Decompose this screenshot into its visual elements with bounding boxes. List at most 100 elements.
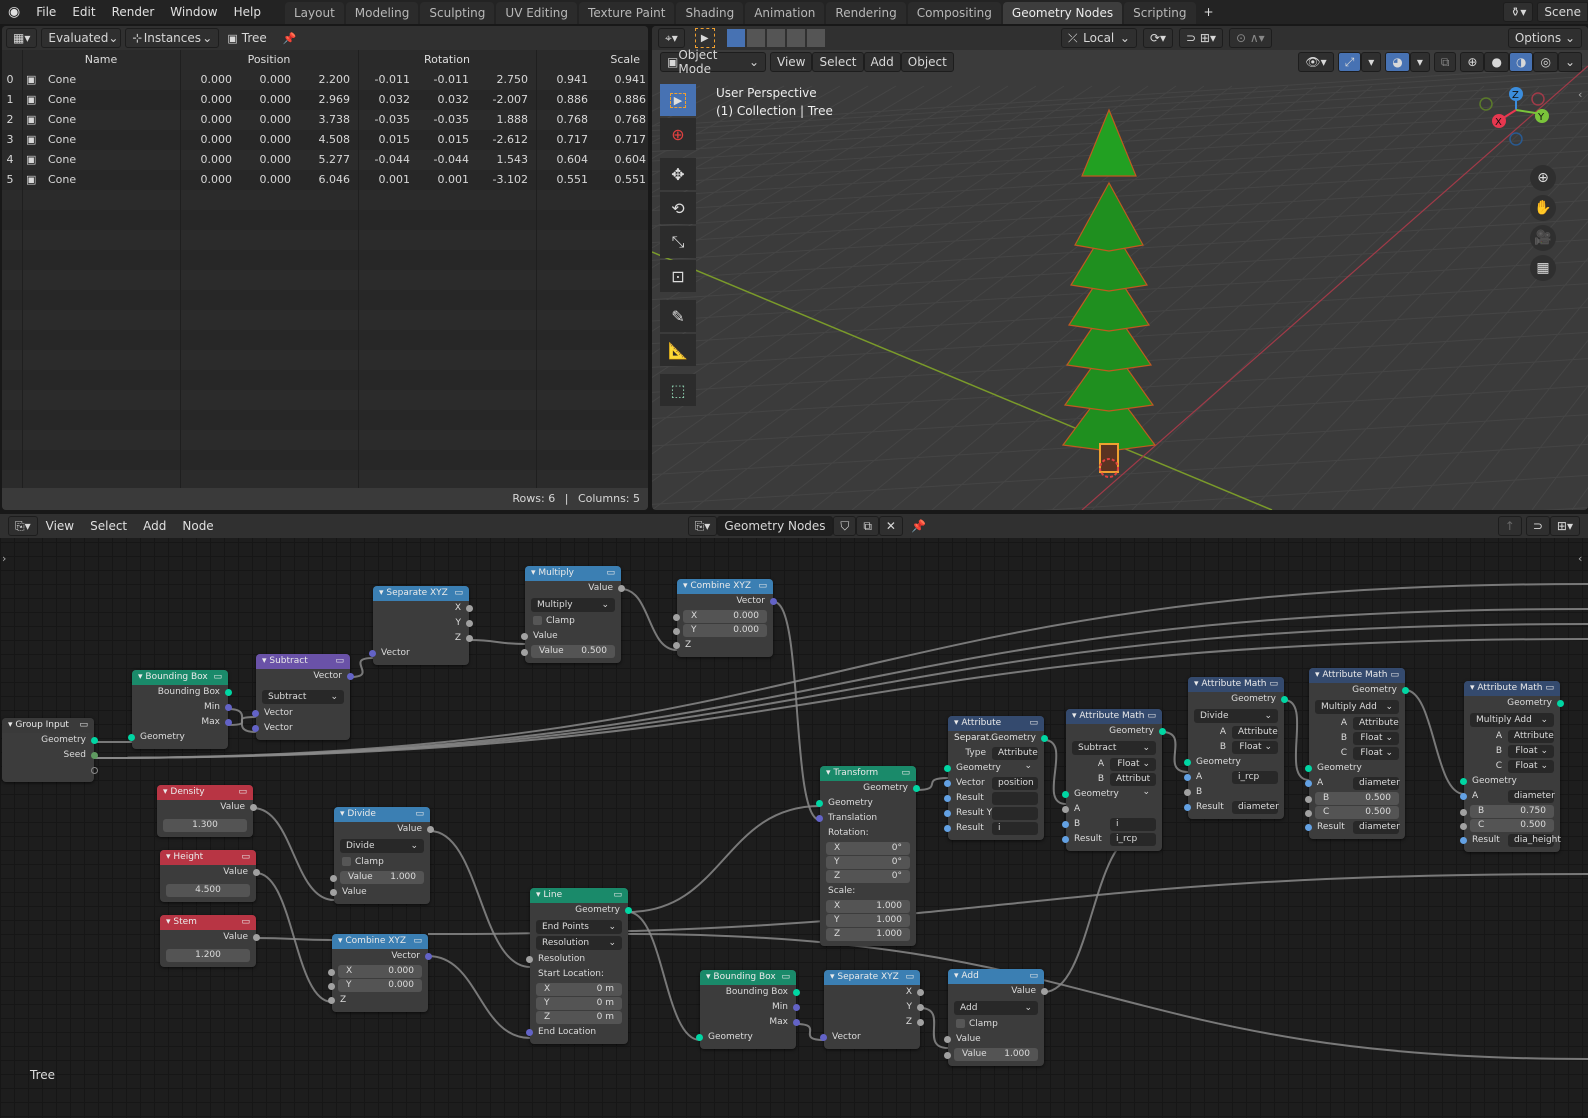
output-socket[interactable] (225, 704, 232, 711)
preview-icon[interactable]: ▭ (1029, 716, 1038, 731)
input-socket[interactable] (1305, 810, 1312, 817)
node-multiply[interactable]: ▾ Multiply ▭ Value Multiply ⌄ Clamp Value Value… (521, 566, 625, 663)
input-socket[interactable] (696, 1034, 703, 1041)
node-height[interactable]: ▾ Height ▭ Value 4.500 (160, 850, 260, 902)
value-field[interactable]: 4.500 (166, 884, 250, 897)
operation-dropdown[interactable]: Divide ⌄ (1194, 709, 1278, 723)
preview-icon[interactable]: ▭ (606, 566, 615, 581)
preview-icon[interactable]: ▭ (241, 915, 250, 930)
shading-wireframe-icon[interactable]: ⊕ (1460, 52, 1485, 72)
node-am2[interactable]: ▾ Attribute Math ▭ Geometry Divide ⌄ A Attribu… (1184, 677, 1288, 819)
tab-animation[interactable]: Animation (745, 2, 825, 24)
node-divide[interactable]: ▾ Divide ▭ Value Divide ⌄ Clamp Value 1.000 Valu… (330, 807, 434, 904)
output-socket[interactable] (1159, 728, 1166, 735)
input-socket[interactable] (1460, 837, 1467, 844)
input-socket[interactable] (673, 614, 680, 621)
checkbox[interactable] (342, 857, 351, 866)
menu-window[interactable]: Window (162, 0, 225, 24)
tab-scripting[interactable]: Scripting (1124, 2, 1196, 24)
preview-icon[interactable]: ▭ (415, 807, 424, 822)
output-socket[interactable] (466, 620, 473, 627)
value-field[interactable]: X 1.000 (826, 900, 910, 913)
value-field[interactable]: Value 1.000 (340, 871, 424, 884)
options-dropdown[interactable]: Options ⌄ (1507, 28, 1582, 48)
node-header[interactable]: ▾ Stem ▭ (160, 915, 256, 930)
attribute-name-field[interactable] (992, 792, 1038, 805)
input-socket[interactable] (1305, 796, 1312, 803)
menu-add[interactable]: Add (863, 52, 901, 72)
3d-viewport[interactable]: ⌖▾ ▶ ⤫ Local ⌄ ⟳▾ ⊃ ⊞▾ ⊙ ∧▾ Options ⌄ ▣ Obj… (652, 26, 1588, 510)
input-socket[interactable] (944, 825, 951, 832)
input-socket[interactable] (330, 889, 337, 896)
node-header[interactable]: ▾ Add ▭ (948, 969, 1044, 984)
node-group_input[interactable]: ▾ Group Input ▭ Geometry Seed (2, 718, 98, 782)
tab-rendering[interactable]: Rendering (826, 2, 906, 24)
zoom-view-icon[interactable]: ⊕ (1530, 165, 1556, 191)
node-sepxyz1[interactable]: ▾ Separate XYZ ▭ X Y Z Vector (369, 586, 473, 665)
value-field[interactable]: Y 1.000 (826, 914, 910, 927)
blender-logo-icon[interactable]: ◉ (0, 0, 28, 24)
snap-icon[interactable]: ⊃ ⊞▾ (1179, 28, 1223, 48)
node-stem[interactable]: ▾ Stem ▭ Value 1.200 (160, 915, 260, 967)
input-socket[interactable] (1460, 793, 1467, 800)
value-field[interactable]: Y0 m (536, 997, 622, 1010)
output-socket[interactable] (1041, 988, 1048, 995)
scene-selector-icon[interactable]: ⚱▾ (1503, 2, 1534, 22)
preview-icon[interactable]: ▭ (1029, 969, 1038, 984)
node-am3[interactable]: ▾ Attribute Math ▭ Geometry Multiply Add ⌄ A A… (1305, 668, 1409, 839)
select-mode-icons[interactable] (726, 29, 825, 47)
sidebar-toggle-icon[interactable]: ‹ (1578, 88, 1582, 101)
preview-icon[interactable]: ▭ (613, 888, 622, 903)
node-header[interactable]: ▾ Attribute Math ▭ (1464, 681, 1560, 696)
input-socket[interactable] (673, 628, 680, 635)
input-socket[interactable] (330, 875, 337, 882)
value-field[interactable]: B 0.500 (1315, 792, 1399, 805)
node-sepxyz2[interactable]: ▾ Separate XYZ ▭ X Y Z Vector (820, 970, 924, 1049)
type-dropdown[interactable]: Attribute ⌄ (1232, 726, 1278, 750)
clamp-checkbox[interactable]: Clamp (525, 614, 621, 629)
node-header[interactable]: ▾ Attribute Math ▭ (1309, 668, 1405, 683)
node-header[interactable]: ▾ Multiply ▭ (525, 566, 621, 581)
output-socket[interactable] (466, 635, 473, 642)
output-socket[interactable] (1557, 700, 1564, 707)
input-socket[interactable] (944, 795, 951, 802)
proportional-edit-icon[interactable]: ⊙ ∧▾ (1228, 28, 1272, 48)
operation-dropdown[interactable]: Multiply Add ⌄ (1470, 713, 1554, 727)
preview-icon[interactable]: ▭ (1147, 709, 1156, 724)
input-socket[interactable] (521, 633, 528, 640)
shading-material-icon[interactable]: ◑ (1508, 52, 1534, 72)
output-socket[interactable] (917, 1019, 924, 1026)
input-socket[interactable] (820, 1034, 827, 1041)
value-field[interactable]: Z 0° (826, 870, 910, 883)
output-socket[interactable] (1281, 696, 1288, 703)
measure-tool[interactable]: 📐 (660, 334, 696, 366)
node-editor[interactable]: ⎘▾ View Select Add Node ⎘▾ Geometry Node… (0, 514, 1588, 1118)
preview-icon[interactable]: ▭ (213, 670, 222, 685)
scale-tool[interactable]: ⤡ (660, 226, 696, 258)
editor-type-icon[interactable]: ▦▾ (6, 28, 38, 48)
input-socket[interactable] (328, 969, 335, 976)
value-field[interactable]: 1.200 (166, 949, 250, 962)
tab-uv-editing[interactable]: UV Editing (496, 2, 578, 24)
input-socket[interactable] (944, 810, 951, 817)
tab-texture-paint[interactable]: Texture Paint (579, 2, 675, 24)
output-socket[interactable] (250, 804, 257, 811)
output-socket[interactable] (253, 869, 260, 876)
output-socket[interactable] (625, 907, 632, 914)
input-socket[interactable] (328, 983, 335, 990)
value-field[interactable]: X 0.000 (338, 965, 422, 978)
operation-dropdown[interactable]: Multiply ⌄ (531, 598, 615, 612)
input-socket[interactable] (128, 734, 135, 741)
gizmo-dropdown[interactable]: ▾ (1361, 52, 1382, 72)
operation-dropdown[interactable]: Subtract ⌄ (262, 690, 344, 704)
value-field[interactable]: X 0.000 (683, 610, 767, 623)
value-field[interactable]: Value 0.500 (531, 645, 615, 658)
operation-dropdown[interactable]: Add ⌄ (954, 1001, 1038, 1015)
node-header[interactable]: ▾ Group Input ▭ (2, 718, 94, 733)
node-add[interactable]: ▾ Add ▭ Value Add ⌄ Clamp Value Value 1.000 (944, 969, 1048, 1066)
output-socket[interactable] (225, 689, 232, 696)
clamp-checkbox[interactable]: Clamp (334, 855, 430, 870)
node-header[interactable]: ▾ Combine XYZ ▭ (332, 934, 428, 949)
add-cube-tool[interactable]: ⬚ (660, 374, 696, 406)
menu-file[interactable]: File (28, 0, 64, 24)
